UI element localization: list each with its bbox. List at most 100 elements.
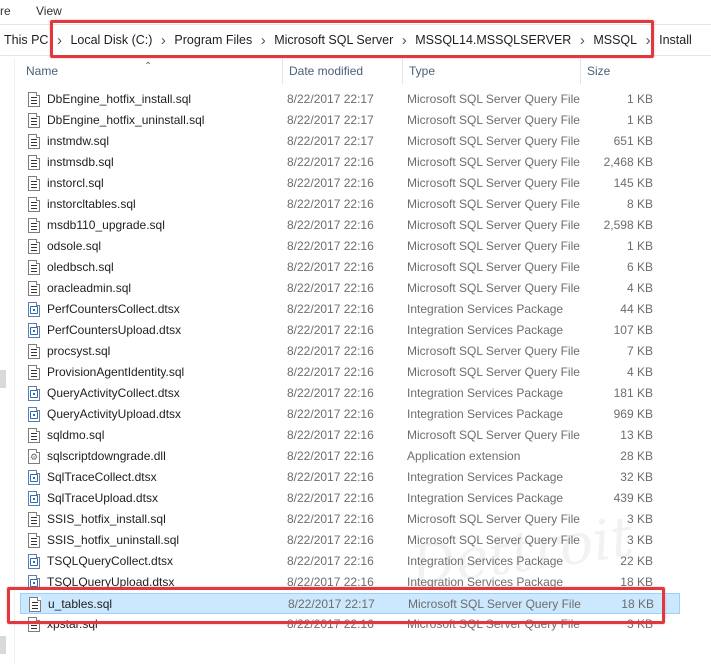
- file-row[interactable]: SSIS_hotfix_uninstall.sql 8/22/2017 22:16…: [20, 530, 680, 551]
- file-name: sqldmo.sql: [47, 428, 105, 442]
- ribbon-tab-view[interactable]: View: [36, 4, 62, 18]
- file-date-modified: 8/22/2017 22:16: [287, 512, 374, 526]
- file-name: odsole.sql: [47, 239, 102, 253]
- sql-file-icon: [28, 218, 41, 233]
- file-row[interactable]: QueryActivityCollect.dtsx 8/22/2017 22:16…: [20, 383, 680, 404]
- file-name: xpstar.sql: [47, 617, 98, 631]
- dtsx-file-icon: [28, 575, 41, 590]
- chevron-right-icon[interactable]: [641, 32, 655, 49]
- breadcrumb-item[interactable]: Install: [655, 33, 696, 47]
- file-type: Integration Services Package: [407, 323, 564, 337]
- file-size: 1 KB: [626, 113, 653, 127]
- file-size: 22 KB: [620, 554, 653, 568]
- breadcrumb-item[interactable]: MSSQL: [589, 33, 641, 47]
- file-row[interactable]: instorcl.sql 8/22/2017 22:16 Microsoft SQL…: [20, 173, 680, 194]
- file-type: Integration Services Package: [407, 407, 564, 421]
- column-type[interactable]: Type: [402, 58, 580, 84]
- file-date-modified: 8/22/2017 22:16: [287, 386, 374, 400]
- column-type-label: Type: [409, 64, 436, 78]
- breadcrumb-item[interactable]: Program Files: [170, 33, 256, 47]
- dtsx-file-icon: [28, 470, 41, 485]
- file-row[interactable]: oracleadmin.sql 8/22/2017 22:16 Microsoft …: [20, 278, 680, 299]
- file-size: 3 KB: [626, 617, 653, 631]
- file-type: Microsoft SQL Server Query File: [407, 260, 580, 274]
- file-type: Microsoft SQL Server Query File: [407, 218, 580, 232]
- file-name: instmsdb.sql: [47, 155, 114, 169]
- column-name[interactable]: Name ⌃: [20, 58, 282, 84]
- file-row[interactable]: QueryActivityUpload.dtsx 8/22/2017 22:16 I…: [20, 404, 680, 425]
- file-row[interactable]: odsole.sql 8/22/2017 22:16 Microsoft SQL S…: [20, 236, 680, 257]
- file-row[interactable]: oledbsch.sql 8/22/2017 22:16 Microsoft SQL…: [20, 257, 680, 278]
- ribbon-tab-share[interactable]: re: [0, 4, 11, 18]
- navigation-pane[interactable]: [0, 58, 14, 664]
- file-type: Microsoft SQL Server Query File: [407, 113, 580, 127]
- file-row[interactable]: PerfCountersUpload.dtsx 8/22/2017 22:16 In…: [20, 320, 680, 341]
- sql-file-icon: [28, 92, 41, 107]
- nav-scroll-marker[interactable]: [0, 636, 6, 654]
- file-row[interactable]: SSIS_hotfix_install.sql 8/22/2017 22:16 Mi…: [20, 509, 680, 530]
- file-type: Microsoft SQL Server Query File: [407, 512, 580, 526]
- chevron-right-icon[interactable]: [575, 32, 589, 49]
- dtsx-file-icon: [28, 302, 41, 317]
- chevron-right-icon[interactable]: [256, 32, 270, 49]
- sql-file-icon: [28, 281, 41, 296]
- breadcrumb-item[interactable]: MSSQL14.MSSQLSERVER: [411, 33, 575, 47]
- file-name: SSIS_hotfix_install.sql: [47, 512, 166, 526]
- breadcrumb-item[interactable]: Local Disk (C:): [66, 33, 156, 47]
- sql-file-icon: [28, 134, 41, 149]
- file-name: TSQLQueryCollect.dtsx: [47, 554, 174, 568]
- file-row[interactable]: ⚙ sqlscriptdowngrade.dll 8/22/2017 22:16 Ap…: [20, 446, 680, 467]
- file-row[interactable]: xpstar.sql 8/22/2017 22:16 Microsoft SQL S…: [20, 614, 680, 635]
- file-name: SqlTraceUpload.dtsx: [47, 491, 158, 505]
- file-row[interactable]: SqlTraceUpload.dtsx 8/22/2017 22:16 Integr…: [20, 488, 680, 509]
- file-row[interactable]: msdb110_upgrade.sql 8/22/2017 22:16 Micros…: [20, 215, 680, 236]
- file-row[interactable]: PerfCountersCollect.dtsx 8/22/2017 22:16 I…: [20, 299, 680, 320]
- chevron-right-icon[interactable]: [156, 32, 170, 49]
- file-size: 439 KB: [613, 491, 653, 505]
- file-row[interactable]: DbEngine_hotfix_install.sql 8/22/2017 22:…: [20, 89, 680, 110]
- column-date-modified[interactable]: Date modified: [282, 58, 402, 84]
- file-date-modified: 8/22/2017 22:17: [287, 92, 374, 106]
- file-type: Microsoft SQL Server Query File: [407, 533, 580, 547]
- dtsx-file-icon: [28, 554, 41, 569]
- file-row[interactable]: TSQLQueryUpload.dtsx 8/22/2017 22:16 Integ…: [20, 572, 680, 593]
- breadcrumb-item[interactable]: Microsoft SQL Server: [270, 33, 397, 47]
- file-date-modified: 8/22/2017 22:16: [287, 491, 374, 505]
- file-type: Microsoft SQL Server Query File: [407, 155, 580, 169]
- file-size: 1 KB: [626, 239, 653, 253]
- chevron-right-icon[interactable]: [52, 32, 66, 49]
- file-size: 2,468 KB: [603, 155, 653, 169]
- pane-divider[interactable]: [14, 58, 15, 664]
- file-size: 3 KB: [626, 533, 653, 547]
- nav-scroll-marker[interactable]: [0, 370, 6, 388]
- file-name: DbEngine_hotfix_install.sql: [47, 92, 192, 106]
- file-row[interactable]: instmsdb.sql 8/22/2017 22:16 Microsoft SQL…: [20, 152, 680, 173]
- file-name: oracleadmin.sql: [47, 281, 132, 295]
- file-row[interactable]: instmdw.sql 8/22/2017 22:17 Microsoft SQL …: [20, 131, 680, 152]
- file-type: Microsoft SQL Server Query File: [407, 617, 580, 631]
- file-size: 1 KB: [626, 92, 653, 106]
- sql-file-icon: [28, 533, 41, 548]
- file-type: Microsoft SQL Server Query File: [407, 176, 580, 190]
- breadcrumb-item[interactable]: This PC: [0, 33, 52, 47]
- chevron-right-icon[interactable]: [397, 32, 411, 49]
- file-row[interactable]: procsyst.sql 8/22/2017 22:16 Microsoft SQL…: [20, 341, 680, 362]
- sort-up-icon: ⌃: [144, 61, 153, 72]
- file-date-modified: 8/22/2017 22:16: [287, 344, 374, 358]
- file-size: 13 KB: [620, 428, 653, 442]
- file-type: Microsoft SQL Server Query File: [407, 134, 580, 148]
- file-type: Microsoft SQL Server Query File: [407, 281, 580, 295]
- column-size[interactable]: Size: [580, 58, 660, 84]
- file-type: Integration Services Package: [407, 491, 564, 505]
- file-row[interactable]: ProvisionAgentIdentity.sql 8/22/2017 22:1…: [20, 362, 680, 383]
- file-row[interactable]: TSQLQueryCollect.dtsx 8/22/2017 22:16 Inte…: [20, 551, 680, 572]
- sql-file-icon: [28, 155, 41, 170]
- sql-file-icon: [28, 176, 41, 191]
- file-row-selected[interactable]: u_tables.sql 8/22/2017 22:17 Microsoft SQL…: [20, 593, 680, 614]
- file-row[interactable]: sqldmo.sql 8/22/2017 22:16 Microsoft SQL S…: [20, 425, 680, 446]
- file-row[interactable]: instorcltables.sql 8/22/2017 22:16 Microso…: [20, 194, 680, 215]
- file-row[interactable]: SqlTraceCollect.dtsx 8/22/2017 22:16 Integ…: [20, 467, 680, 488]
- breadcrumb: This PC Local Disk (C:) Program Files Micro…: [0, 30, 696, 50]
- file-row[interactable]: DbEngine_hotfix_uninstall.sql 8/22/2017 2…: [20, 110, 680, 131]
- file-date-modified: 8/22/2017 22:16: [287, 470, 374, 484]
